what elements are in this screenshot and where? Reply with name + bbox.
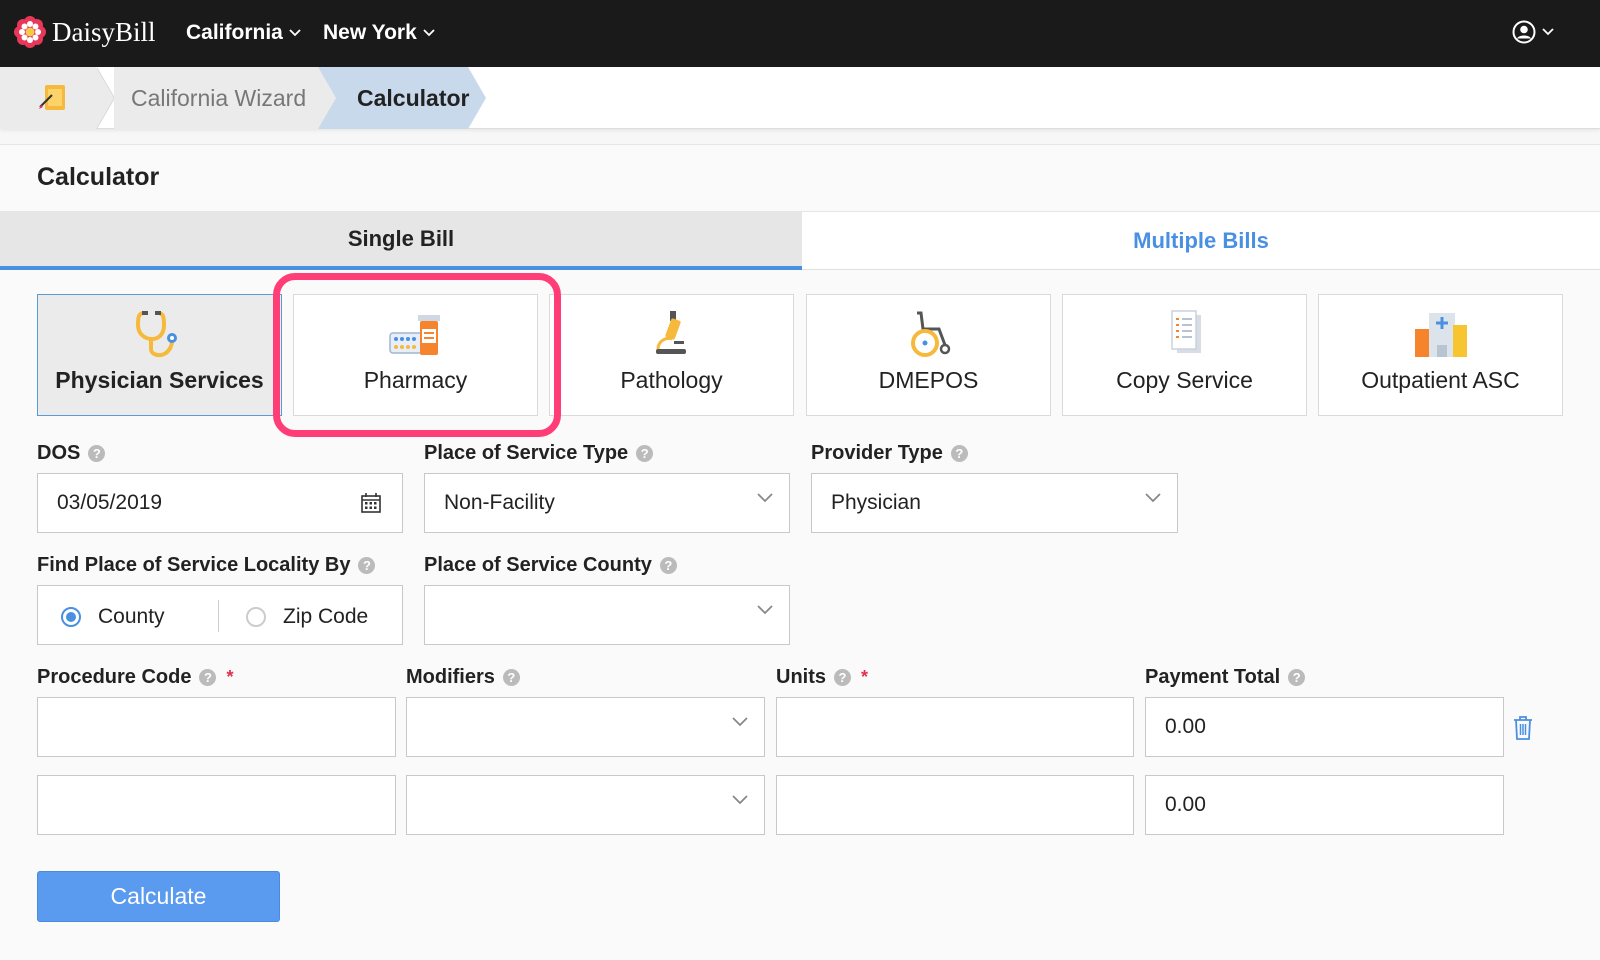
radio-selected-icon: [61, 607, 81, 627]
place-of-service-type-select[interactable]: Non-Facility: [424, 473, 790, 533]
top-nav: DaisyBill California New York: [0, 0, 1600, 67]
breadcrumb-label: California Wizard: [131, 85, 307, 111]
user-menu[interactable]: [1512, 20, 1554, 44]
pharmacy-highlight-callout: [273, 273, 561, 437]
nav-menu-label: California: [186, 21, 283, 44]
dos-value: 03/05/2019: [57, 491, 163, 514]
chevron-down-icon: [757, 493, 773, 503]
breadcrumb-home-arrow: [96, 67, 114, 129]
modifiers-select[interactable]: [406, 775, 765, 835]
radio-label: Zip Code: [283, 605, 369, 628]
nav-menu-new-york[interactable]: New York: [323, 21, 435, 45]
payment-total-value: 0.00: [1165, 793, 1206, 816]
calculate-button[interactable]: Calculate: [37, 871, 280, 922]
user-account-icon: [1512, 20, 1536, 44]
required-marker: *: [861, 667, 869, 687]
dos-field[interactable]: 03/05/2019: [37, 473, 403, 533]
procedure-code-input[interactable]: [37, 775, 396, 835]
locality-by-radio-group: County Zip Code: [37, 585, 403, 645]
help-icon[interactable]: ?: [502, 669, 520, 686]
help-icon[interactable]: ?: [636, 445, 654, 462]
service-card-label: Outpatient ASC: [1361, 367, 1520, 393]
service-card-pathology[interactable]: Pathology: [549, 294, 794, 416]
help-icon[interactable]: ?: [1288, 669, 1306, 686]
trash-icon[interactable]: [1512, 715, 1534, 741]
service-card-label: Physician Services: [55, 367, 264, 393]
chevron-down-icon: [757, 605, 773, 615]
modifiers-label: Modifiers?: [406, 666, 520, 689]
chevron-down-icon: [732, 795, 748, 805]
tab-label: Single Bill: [347, 225, 455, 251]
radio-county[interactable]: County: [61, 605, 165, 629]
help-icon[interactable]: ?: [950, 445, 968, 462]
service-card-outpatient-asc[interactable]: Outpatient ASC: [1318, 294, 1563, 416]
units-input[interactable]: [776, 775, 1134, 835]
service-card-physician-services[interactable]: Physician Services: [37, 294, 282, 416]
units-label: Units? *: [776, 666, 869, 688]
chevron-down-icon: [423, 29, 435, 37]
help-icon[interactable]: ?: [199, 669, 217, 686]
service-card-dmepos[interactable]: DMEPOS: [806, 294, 1051, 416]
breadcrumb-separator: [318, 67, 336, 129]
brand-name: DaisyBill: [52, 16, 156, 47]
provider-type-select[interactable]: Physician: [811, 473, 1178, 533]
breadcrumb: California Wizard Calculator: [0, 67, 1600, 129]
breadcrumb-current-arrow: [468, 67, 486, 129]
chevron-down-icon: [289, 29, 301, 37]
help-icon[interactable]: ?: [358, 557, 376, 574]
dos-label: DOS?: [37, 442, 106, 465]
units-input[interactable]: [776, 697, 1134, 757]
tab-single-bill[interactable]: Single Bill: [0, 211, 802, 270]
tab-multiple-bills[interactable]: Multiple Bills: [802, 211, 1600, 270]
daisy-flower-icon: [14, 16, 46, 48]
chevron-down-icon: [732, 717, 748, 727]
tab-label: Multiple Bills: [1133, 227, 1269, 253]
service-card-copy-service[interactable]: Copy Service: [1062, 294, 1307, 416]
wheelchair-icon: [910, 311, 950, 357]
county-select[interactable]: [424, 585, 790, 645]
select-value: Non-Facility: [444, 491, 555, 514]
service-card-label: Copy Service: [1116, 367, 1253, 393]
required-marker: *: [226, 667, 234, 687]
help-icon[interactable]: ?: [88, 445, 106, 462]
nav-menu-label: New York: [323, 21, 417, 44]
page-title: Calculator: [37, 163, 160, 191]
service-card-label: Pathology: [620, 367, 723, 393]
hospital-building-icon: [1414, 313, 1467, 357]
radio-label: County: [98, 605, 165, 628]
divider: [218, 600, 219, 632]
payment-total-value: 0.00: [1165, 715, 1206, 738]
stethoscope-icon: [135, 311, 177, 358]
modifiers-select[interactable]: [406, 697, 765, 757]
select-value: Physician: [831, 491, 921, 514]
payment-total-field: 0.00: [1145, 697, 1504, 757]
chevron-down-icon: [1542, 28, 1554, 36]
microscope-icon: [655, 311, 686, 354]
brand-logo[interactable]: DaisyBill: [14, 16, 156, 48]
procedure-code-input[interactable]: [37, 697, 396, 757]
bill-pencil-icon: [39, 85, 65, 110]
place-of-service-type-label: Place of Service Type?: [424, 442, 654, 465]
calculator-panel: Calculator Single Bill Multiple Bills Ph…: [0, 144, 1600, 960]
calendar-icon[interactable]: [360, 492, 382, 514]
radio-zip-code[interactable]: Zip Code: [246, 605, 368, 629]
payment-total-label: Payment Total?: [1145, 666, 1306, 689]
document-copy-icon: [1170, 310, 1201, 353]
radio-unselected-icon: [246, 607, 266, 627]
payment-total-field: 0.00: [1145, 775, 1504, 835]
procedure-code-label: Procedure Code? *: [37, 666, 234, 688]
service-card-label: DMEPOS: [878, 367, 979, 393]
chevron-down-icon: [1145, 493, 1161, 503]
locality-by-label: Find Place of Service Locality By?: [37, 554, 376, 577]
breadcrumb-label: Calculator: [357, 85, 470, 111]
help-icon[interactable]: ?: [834, 669, 851, 686]
help-icon[interactable]: ?: [659, 557, 677, 574]
county-label: Place of Service County?: [424, 554, 677, 577]
provider-type-label: Provider Type?: [811, 442, 968, 465]
nav-menu-california[interactable]: California: [186, 21, 301, 45]
